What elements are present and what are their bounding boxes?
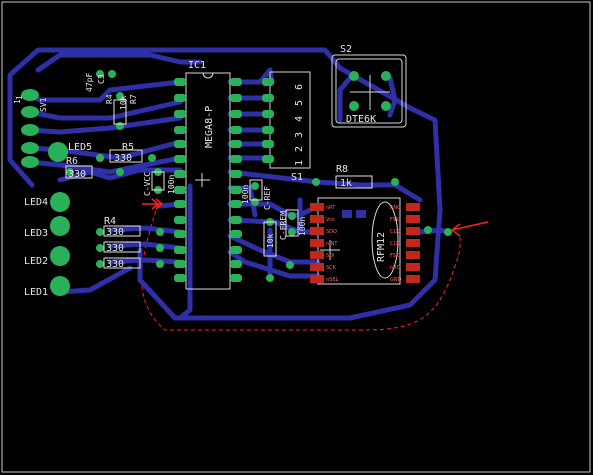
s1-pin-number: 1: [294, 160, 305, 166]
label-r2-value: 330: [106, 243, 124, 254]
label-cfrem: C-FREM: [279, 211, 288, 240]
led2-pad: [50, 246, 70, 266]
label-100n-2: 100n: [241, 185, 250, 204]
label-led3: LED3: [24, 228, 48, 239]
label-r6-value: 330: [68, 169, 86, 180]
label-r8: R8: [336, 164, 348, 175]
led3-pad: [50, 216, 70, 236]
label-ic1: IC1: [188, 60, 206, 71]
label-sv1: SV1: [39, 97, 48, 112]
label-47pf: 47pF: [85, 73, 94, 92]
rfm12-pin-label: CLK: [390, 229, 400, 235]
label-led5: LED5: [68, 142, 92, 153]
s1-pin-number: 4: [294, 116, 305, 122]
label-10k: 10k: [266, 233, 275, 248]
label-r1-value: 330: [106, 259, 124, 270]
label-r4: R4: [104, 216, 116, 227]
led4-pad: [50, 192, 70, 212]
label-led1: LED1: [24, 287, 48, 298]
rfm12-pin-label: CLK: [390, 241, 400, 247]
rfm12-pin-label: SDO: [326, 229, 337, 235]
label-r4-small: R4: [105, 94, 114, 104]
rfm12-pin-label: nSEL: [326, 277, 339, 283]
label-r8-value: 1k: [340, 178, 352, 189]
label-s1: S1: [291, 172, 303, 183]
s1-pin-number: 5: [294, 100, 305, 106]
label-s2: S2: [340, 44, 352, 55]
label-100n-1: 100n: [167, 175, 176, 194]
label-c3: C3: [97, 74, 106, 84]
label-r3-value: 330: [106, 227, 124, 238]
s1-pin-number: 3: [294, 132, 305, 138]
label-r5-value: 330: [114, 153, 132, 164]
led1-pad: [50, 276, 70, 296]
rfm12-pin-label: ANG: [390, 205, 401, 211]
label-dte6k: DTE6K: [346, 114, 376, 125]
s1-pin-number: 2: [294, 146, 305, 152]
rfm12-pin-label: nRT: [326, 205, 336, 211]
label-cvcc: C-VCC: [143, 172, 152, 196]
label-r5: R5: [122, 142, 134, 153]
rfm12-pin-label: FSK: [390, 217, 400, 223]
s1-pin-number: 6: [294, 84, 305, 90]
rfm12-pin-label: FSK: [390, 253, 400, 259]
rfm12-pin-label: SDI: [326, 253, 335, 259]
label-rfm12: RFM12: [376, 232, 387, 262]
label-r7-value: 10k: [119, 95, 128, 110]
rfm12-pin-label: nINT: [326, 241, 338, 247]
rfm12-pin-label: nRO: [390, 265, 401, 271]
rfm12-pin-label: Vcc: [326, 217, 335, 223]
label-r7: R7: [129, 94, 138, 104]
board-background: [0, 0, 593, 475]
pcb-layout: IC1 MEGA8-P SV1 1 47pF C3 R7 10k R4 LED5…: [0, 0, 593, 475]
label-led4: LED4: [24, 197, 48, 208]
label-pin-one: 1: [15, 95, 24, 100]
rfm12-pin-label: GND: [390, 277, 402, 283]
label-led2: LED2: [24, 256, 48, 267]
rfm12-pin-label: SCK: [326, 265, 337, 271]
label-100n-3: 100n: [298, 217, 307, 236]
led5-pad: [48, 142, 68, 162]
label-r6: R6: [66, 156, 78, 167]
label-mega8: MEGA8-P: [204, 106, 215, 148]
label-cref: C-REF: [263, 186, 272, 210]
